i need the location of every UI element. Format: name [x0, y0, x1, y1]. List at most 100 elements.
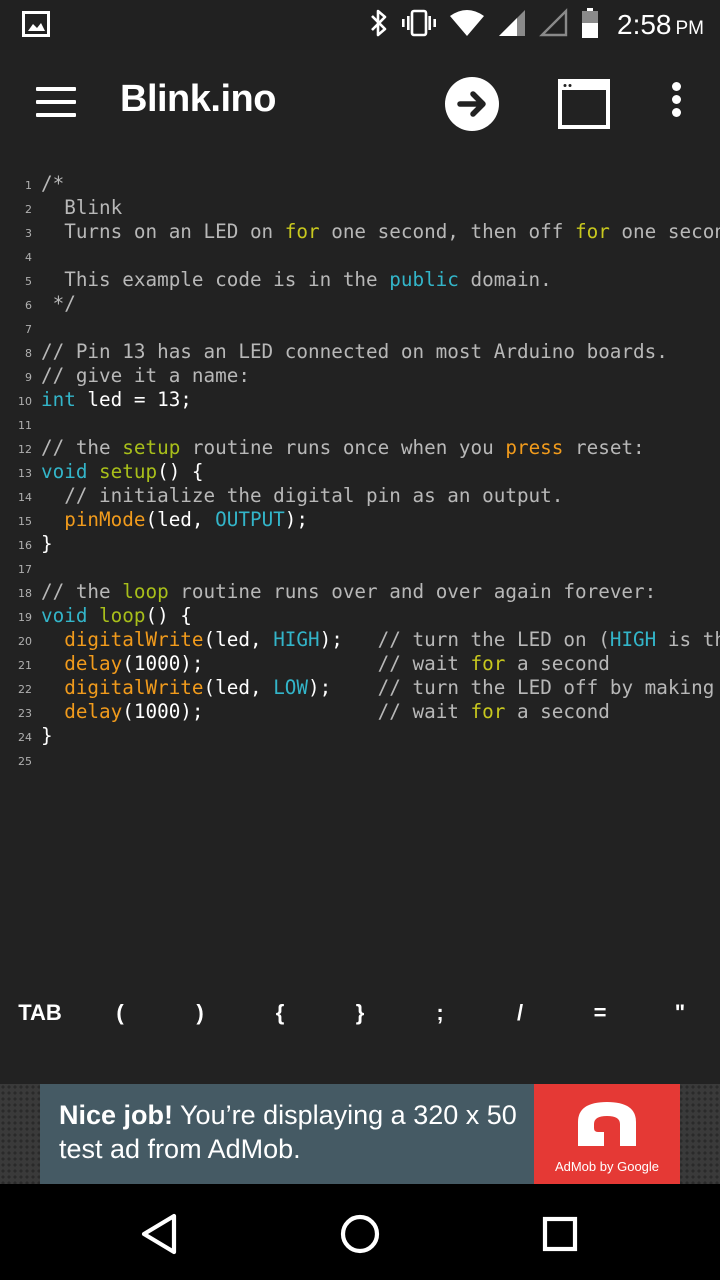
code-token: routine runs once when you	[180, 436, 506, 459]
menu-icon[interactable]	[36, 87, 76, 119]
recents-icon[interactable]	[536, 1210, 584, 1258]
line-number: 13	[18, 467, 32, 480]
clock: 2:58 PM	[617, 9, 704, 41]
code-token: a second	[505, 652, 610, 675]
code-token: /*	[41, 172, 65, 195]
code-line[interactable]: 14 // initialize the digital pin as an o…	[0, 484, 720, 508]
code-line[interactable]: 22 digitalWrite(led, LOW); // turn the L…	[0, 676, 720, 700]
wifi-icon	[449, 8, 485, 42]
line-number: 5	[25, 275, 32, 288]
code-line[interactable]: 15 pinMode(led, OUTPUT);	[0, 508, 720, 532]
test-ad-banner[interactable]: Nice job! You’re displaying a 320 x 50 t…	[40, 1084, 680, 1184]
more-vert-icon[interactable]	[662, 82, 690, 126]
image-notification-icon	[22, 11, 50, 41]
ad-text: Nice job! You’re displaying a 320 x 50 t…	[59, 1098, 529, 1166]
code-line[interactable]: 6 */	[0, 292, 720, 316]
symbol-key[interactable]: {	[240, 1000, 320, 1026]
line-code: }	[41, 724, 53, 748]
vibrate-icon	[401, 8, 437, 42]
code-line[interactable]: 19 void loop() {	[0, 604, 720, 628]
code-token: );	[284, 508, 309, 531]
line-code: // the loop routine runs over and over a…	[41, 580, 656, 604]
code-line[interactable]: 8 // Pin 13 has an LED connected on most …	[0, 340, 720, 364]
code-line[interactable]: 1 /*	[0, 172, 720, 196]
code-token: () {	[157, 460, 204, 483]
tab-key[interactable]: TAB	[0, 1000, 80, 1026]
code-token: (1000);	[122, 700, 378, 723]
line-number: 8	[25, 347, 32, 360]
code-line[interactable]: 10 int led = 13;	[0, 388, 720, 412]
symbol-key[interactable]: )	[160, 1000, 240, 1026]
code-token: loop	[99, 604, 146, 627]
signal-empty-icon	[539, 8, 569, 42]
code-token: }	[41, 532, 53, 555]
line-number: 12	[18, 443, 32, 456]
code-editor[interactable]: 1/* 2 Blink 3 Turns on an LED on for one s…	[0, 172, 720, 772]
code-token: for	[470, 652, 506, 675]
code-line[interactable]: 25	[0, 748, 720, 772]
code-token: setup	[122, 436, 181, 459]
code-token: setup	[99, 460, 158, 483]
code-line[interactable]: 20 digitalWrite(led, HIGH); // turn the …	[0, 628, 720, 652]
code-line[interactable]: 12 // the setup routine runs once when yo…	[0, 436, 720, 460]
line-number: 10	[18, 395, 32, 408]
code-token: */	[41, 292, 76, 315]
code-line[interactable]: 21 delay(1000); // wait for a second	[0, 652, 720, 676]
line-number: 15	[18, 515, 32, 528]
code-token: void	[41, 460, 88, 483]
code-token: digitalWrite	[64, 676, 204, 699]
code-token: // initialize the digital pin as an outp…	[41, 484, 564, 507]
line-number: 22	[18, 683, 32, 696]
code-token: delay	[64, 652, 123, 675]
line-number: 1	[25, 179, 32, 192]
serial-monitor-icon[interactable]	[558, 79, 610, 129]
symbol-key[interactable]: =	[560, 1000, 640, 1026]
code-line[interactable]: 13 void setup() {	[0, 460, 720, 484]
code-line[interactable]: 5 This example code is in the public dom…	[0, 268, 720, 292]
line-code: // give it a name:	[41, 364, 250, 388]
code-token: for	[284, 220, 320, 243]
code-line[interactable]: 18 // the loop routine runs over and over…	[0, 580, 720, 604]
code-line[interactable]: 17	[0, 556, 720, 580]
code-token: pinMode	[64, 508, 146, 531]
home-icon[interactable]	[336, 1210, 384, 1258]
line-number: 14	[18, 491, 32, 504]
code-token: for	[470, 700, 506, 723]
code-line[interactable]: 16}	[0, 532, 720, 556]
symbol-key[interactable]: "	[640, 1000, 720, 1026]
code-line[interactable]: 23 delay(1000); // wait for a second	[0, 700, 720, 724]
admob-logo: AdMob by Google	[534, 1084, 680, 1184]
line-code: void loop() {	[41, 604, 192, 628]
code-token: }	[41, 724, 53, 747]
ad-area: Nice job! You’re displaying a 320 x 50 t…	[0, 1084, 720, 1184]
symbol-key[interactable]: ;	[400, 1000, 480, 1026]
code-token: // turn the LED on (	[377, 628, 610, 651]
code-line[interactable]: 4	[0, 244, 720, 268]
symbol-key[interactable]: (	[80, 1000, 160, 1026]
line-number: 11	[18, 419, 32, 432]
app-bar: Blink.ino	[0, 50, 720, 162]
ad-headline: Nice job!	[59, 1100, 174, 1130]
symbol-key[interactable]: /	[480, 1000, 560, 1026]
code-token: loop	[122, 580, 169, 603]
line-number: 7	[25, 323, 32, 336]
code-token: Blink	[41, 196, 123, 219]
code-line[interactable]: 7	[0, 316, 720, 340]
code-token: delay	[64, 700, 123, 723]
upload-arrow-icon[interactable]	[445, 77, 499, 131]
line-number: 20	[18, 635, 32, 648]
line-code: delay(1000); // wait for a second	[41, 700, 610, 724]
line-number: 3	[25, 227, 32, 240]
back-icon[interactable]	[136, 1210, 184, 1258]
code-line[interactable]: 3 Turns on an LED on for one second, the…	[0, 220, 720, 244]
code-line[interactable]: 9 // give it a name:	[0, 364, 720, 388]
line-number: 6	[25, 299, 32, 312]
code-line[interactable]: 24}	[0, 724, 720, 748]
code-line[interactable]: 11	[0, 412, 720, 436]
symbol-key[interactable]: }	[320, 1000, 400, 1026]
code-line[interactable]: 2 Blink	[0, 196, 720, 220]
line-number: 2	[25, 203, 32, 216]
code-token: OUTPUT	[215, 508, 285, 531]
code-token: domain.	[458, 268, 552, 291]
